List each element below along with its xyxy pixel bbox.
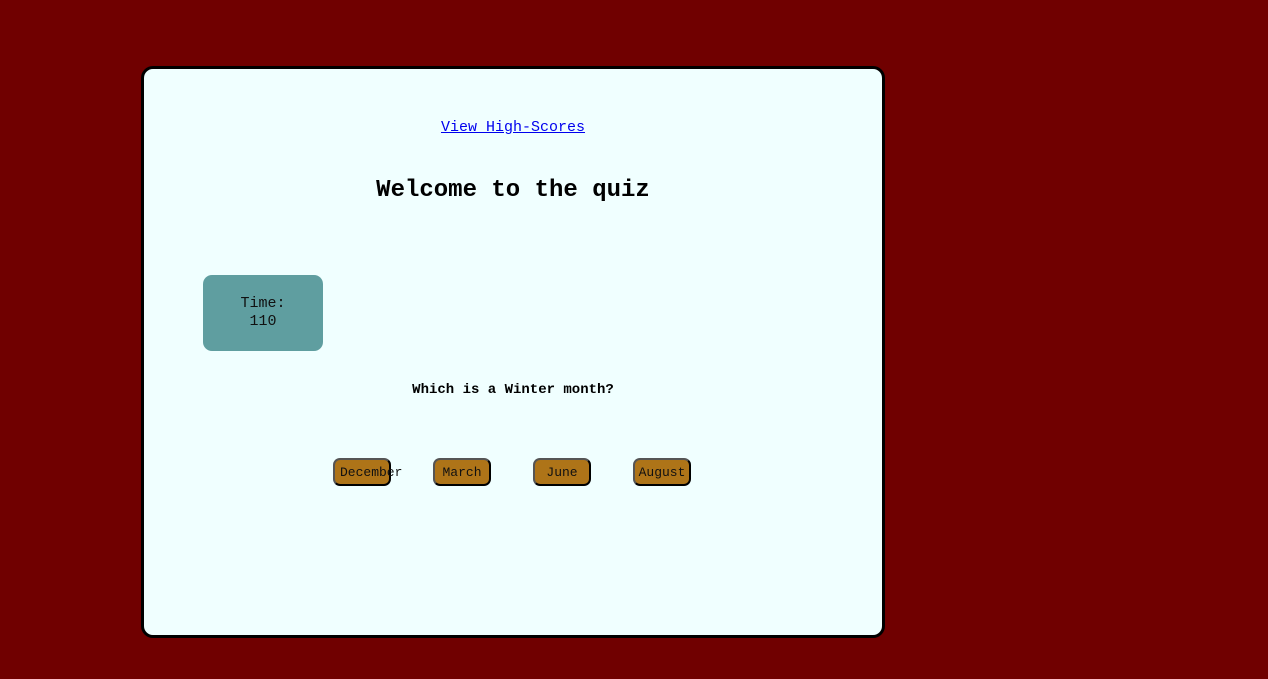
question-text: Which is a Winter month? [412,382,614,398]
highscores-link-container: View High-Scores [144,119,882,136]
page-title: Welcome to the quiz [376,177,650,204]
answer-button-june[interactable]: June [533,458,591,486]
answer-button-august[interactable]: August [633,458,691,486]
timer-label: Time: [240,295,286,312]
timer-value: 110 [249,313,277,330]
timer-box: Time: 110 [203,275,323,351]
quiz-card: View High-Scores Welcome to the quiz Tim… [141,66,885,638]
answer-button-december[interactable]: December [333,458,402,486]
answer-button-march[interactable]: March [433,458,491,486]
view-highscores-link[interactable]: View High-Scores [441,119,585,136]
